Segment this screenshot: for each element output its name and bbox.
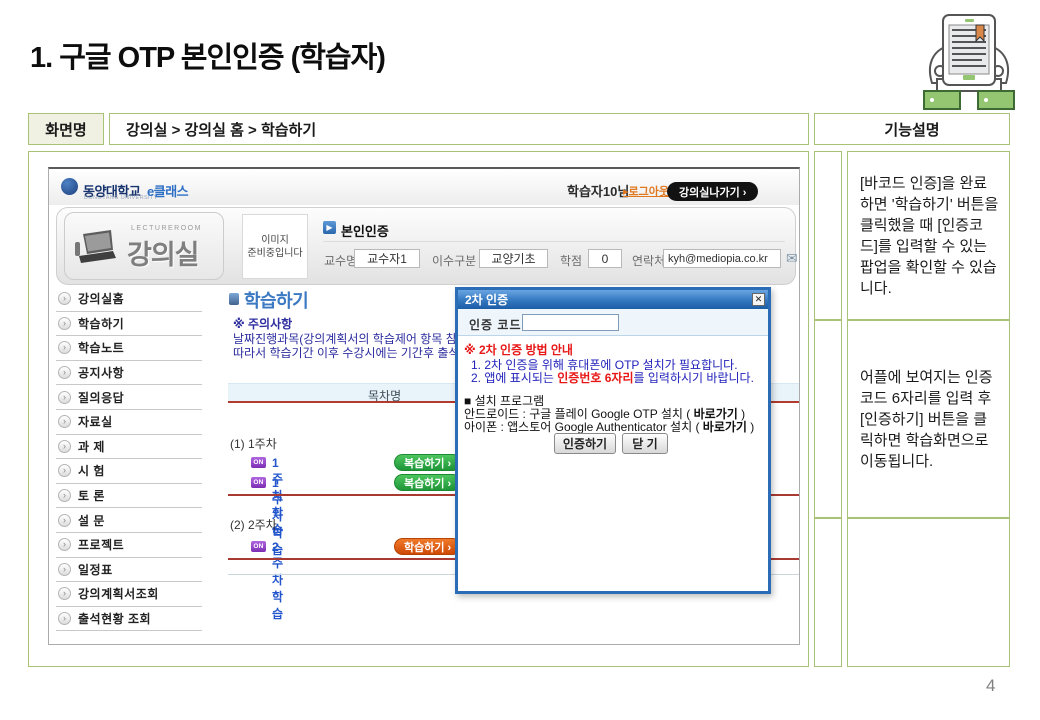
sidebar-item-classroom-home[interactable]: ›강의실홈 — [56, 287, 202, 312]
manual-page: 1. 구글 OTP 본인인증 (학습자) 화면명 강의실 > 강의실 홈 > 학… — [0, 0, 1040, 720]
professor-field: 교수자1 — [354, 249, 420, 268]
chevron-right-icon: › — [58, 489, 71, 502]
guide-line2: 2. 앱에 표시되는 인증번호 6자리를 입력하시기 바랍니다. — [471, 369, 754, 386]
field-label: 이수구분 — [432, 252, 476, 269]
field-label: 연락처 — [632, 252, 665, 269]
chevron-right-icon: › — [58, 440, 71, 453]
chevron-right-icon: › — [58, 612, 71, 625]
university-logo-icon — [61, 178, 78, 195]
code-row: 인증 코드 — [458, 309, 768, 336]
sidebar-item-schedule[interactable]: ›일정표 — [56, 558, 202, 583]
page-number: 4 — [986, 676, 995, 696]
field-label: 교수명 — [324, 252, 357, 269]
image-placeholder: 이미지 준비중입니다 — [242, 214, 308, 279]
sidebar-item-syllabus[interactable]: ›강의계획서조회 — [56, 582, 202, 607]
sidebar: ›강의실홈 ›학습하기 ›학습노트 ›공지사항 ›질의응답 ›자료실 ›과 제 … — [56, 287, 202, 631]
lms-topbar: 동양대학교 DONGYANG UNIVERSITY e클래스 학습자10님 ▸로… — [49, 169, 799, 205]
close-icon[interactable]: ✕ — [752, 293, 765, 306]
sidebar-item-assignment[interactable]: ›과 제 — [56, 435, 202, 460]
chevron-right-icon: › — [58, 292, 71, 305]
mail-icon[interactable]: ✉ — [786, 250, 798, 267]
chevron-right-icon: › — [58, 464, 71, 477]
divider — [323, 241, 785, 242]
chevron-right-icon: › — [58, 563, 71, 576]
otp-dialog: 2차 인증 ✕ 인증 코드 ※ 2차 인증 방법 안내 1. 2차 인증을 위해… — [455, 287, 771, 594]
sidebar-item-qna[interactable]: ›질의응답 — [56, 385, 202, 410]
spacer-cell — [814, 151, 842, 320]
chevron-right-icon: › — [58, 366, 71, 379]
lectureroom-en: LECTUREROOM — [131, 225, 202, 232]
laptop-icon — [73, 230, 117, 266]
field-label: 학점 — [560, 252, 582, 269]
chevron-right-icon: › — [58, 341, 71, 354]
sidebar-item-materials[interactable]: ›자료실 — [56, 410, 202, 435]
function-desc-row2: 어플에 보여지는 인증코드 6자리를 입력 후 [인증하기] 버튼을 클릭하면 … — [847, 320, 1010, 518]
chevron-right-icon: › — [58, 587, 71, 600]
lms-page-title: 학습하기 — [244, 287, 308, 313]
function-desc-row1: [바코드 인증]을 완료하면 '학습하기' 버튼을 클릭했을 때 [인증코드]를… — [847, 151, 1010, 320]
on-badge: ON — [251, 477, 266, 488]
sidebar-item-attendance[interactable]: ›출석현황 조회 — [56, 607, 202, 632]
dialog-titlebar[interactable]: 2차 인증 — [458, 290, 768, 309]
breadcrumb: 강의실 > 강의실 홈 > 학습하기 — [109, 113, 809, 145]
sidebar-item-notes[interactable]: ›학습노트 — [56, 336, 202, 361]
screen-name-header: 화면명 — [28, 113, 104, 145]
contact-field: kyh@mediopia.co.kr — [663, 249, 781, 268]
on-badge: ON — [251, 541, 266, 552]
notice-line2: 따라서 학습기간 이후 수강시에는 기간후 출석시간만 — [233, 346, 493, 360]
lectureroom-logo: LECTUREROOM 강의실 — [64, 212, 224, 280]
chevron-right-icon: › — [58, 391, 71, 404]
logout-link[interactable]: ▸로그아웃 — [623, 183, 669, 199]
spacer-cell — [814, 320, 842, 518]
sidebar-item-exam[interactable]: ›시 험 — [56, 459, 202, 484]
user-name: 학습자10님 — [567, 181, 629, 200]
on-badge: ON — [251, 457, 266, 468]
notice-title: ※ 주의사항 — [233, 317, 292, 331]
function-desc-header: 기능설명 — [814, 113, 1010, 145]
lectureroom-title: 강의실 — [127, 233, 199, 272]
week-group-label: (2) 2주차 — [230, 516, 277, 533]
page-title-icon — [229, 293, 239, 305]
course-type-field: 교양기초 — [479, 249, 548, 268]
review-button[interactable]: 복습하기 › — [394, 454, 461, 471]
function-desc-row3-empty — [847, 518, 1010, 667]
chevron-right-icon: › — [58, 514, 71, 527]
verify-button[interactable]: 인증하기 — [554, 433, 616, 454]
sidebar-item-notice[interactable]: ›공지사항 — [56, 361, 202, 386]
service-name: e클래스 — [147, 181, 188, 200]
exit-classroom-button[interactable]: 강의실나가기 › — [667, 182, 758, 201]
lesson-link[interactable]: 2주차 학습 — [272, 540, 283, 622]
sidebar-item-discussion[interactable]: ›토 론 — [56, 484, 202, 509]
sidebar-item-project[interactable]: ›프로젝트 — [56, 533, 202, 558]
credit-field: 0 — [588, 249, 622, 268]
chevron-right-icon: › — [58, 415, 71, 428]
page-title: 1. 구글 OTP 본인인증 (학습자) — [30, 34, 385, 76]
chevron-right-icon: › — [58, 317, 71, 330]
sidebar-item-survey[interactable]: ›설 문 — [56, 508, 202, 533]
dialog-close-button[interactable]: 닫 기 — [622, 433, 668, 454]
code-label: 인증 코드 — [469, 316, 522, 333]
course-header-band: LECTUREROOM 강의실 이미지 준비중입니다 ▶ 본인인증 교수명 교수… — [56, 207, 796, 285]
identity-verify-title: 본인인증 — [341, 221, 389, 240]
chevron-right-icon: › — [58, 538, 71, 551]
code-input[interactable] — [522, 314, 619, 331]
column-header-title: 목차명 — [368, 387, 401, 404]
section-arrow-icon: ▶ — [323, 221, 336, 234]
document-machine-icon — [923, 13, 1015, 110]
review-button[interactable]: 복습하기 › — [394, 474, 461, 491]
learn-button[interactable]: 학습하기 › — [394, 538, 461, 555]
iphone-shortcut-link[interactable]: 바로가기 — [703, 420, 747, 434]
sidebar-item-learning[interactable]: ›학습하기 — [56, 312, 202, 337]
spacer-cell — [814, 518, 842, 667]
week-group-label: (1) 1주차 — [230, 435, 277, 452]
